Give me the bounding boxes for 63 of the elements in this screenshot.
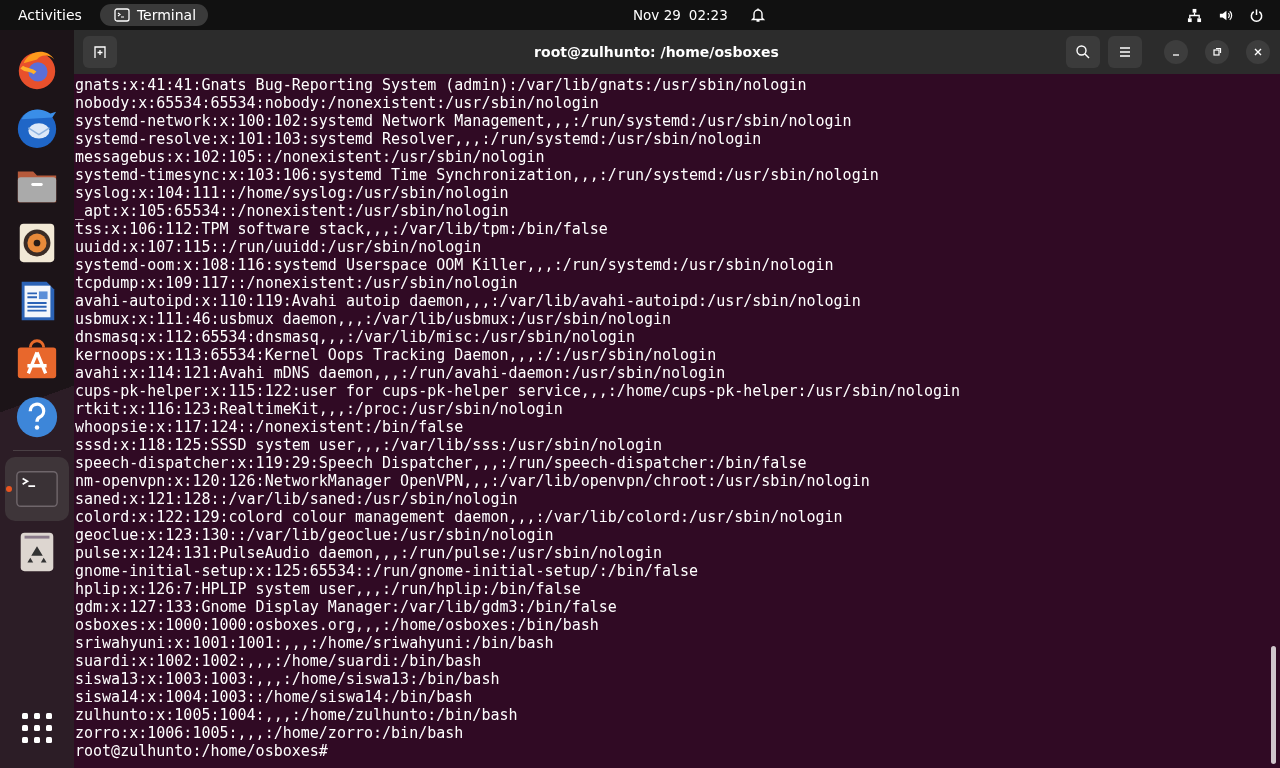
terminal-line: messagebus:x:102:105::/nonexistent:/usr/sbin/nologin <box>75 148 545 166</box>
menu-icon <box>1117 44 1133 60</box>
terminal-line: hplip:x:126:7:HPLIP system user,,,:/run/hplip:/bin/false <box>75 580 581 598</box>
terminal-line: rtkit:x:116:123:RealtimeKit,,,:/proc:/usr/sbin/nologin <box>75 400 563 418</box>
minimize-button[interactable] <box>1164 40 1188 64</box>
minimize-icon <box>1172 53 1180 56</box>
time-text[interactable]: 02:23 <box>688 7 728 23</box>
menu-button[interactable] <box>1108 36 1142 68</box>
terminal-line: sriwahyuni:x:1001:1001:,,,:/home/sriwahyuni:/bin/bash <box>75 634 554 652</box>
search-button[interactable] <box>1066 36 1100 68</box>
close-button[interactable] <box>1246 40 1270 64</box>
terminal-line: usbmux:x:111:46:usbmux daemon,,,:/var/lib/usbmux:/usr/sbin/nologin <box>75 310 672 328</box>
question-mark-icon <box>14 394 60 440</box>
restore-icon <box>1211 46 1223 58</box>
terminal-line: geoclue:x:123:130::/var/lib/geoclue:/usr/sbin/nologin <box>75 526 554 544</box>
terminal-line: pulse:x:124:131:PulseAudio daemon,,,:/run/pulse:/usr/sbin/nologin <box>75 544 662 562</box>
search-icon <box>1075 44 1091 60</box>
terminal-line: systemd-resolve:x:101:103:systemd Resolver,,,:/run/systemd:/usr/sbin/nologin <box>75 130 762 148</box>
terminal-line: uuidd:x:107:115::/run/uuidd:/usr/sbin/nologin <box>75 238 482 256</box>
terminal-line: saned:x:121:128::/var/lib/saned:/usr/sbin/nologin <box>75 490 518 508</box>
terminal-line: avahi:x:114:121:Avahi mDNS daemon,,,:/run/avahi-daemon:/usr/sbin/nologin <box>75 364 726 382</box>
scrollbar-thumb[interactable] <box>1271 646 1276 764</box>
terminal-line: avahi-autoipd:x:110:119:Avahi autoip daemon,,,:/var/lib/avahi-autoipd:/usr/sbin/nologin <box>75 292 861 310</box>
terminal-line: siswa13:x:1003:1003:,,,:/home/siswa13:/bin/bash <box>75 670 500 688</box>
terminal-line: gnats:x:41:41:Gnats Bug-Reporting System (admin):/var/lib/gnats:/usr/sbin/nologin <box>75 76 807 94</box>
shell-prompt: root@zulhunto:/home/osboxes# <box>75 742 328 760</box>
terminal-line: tcpdump:x:109:117::/nonexistent:/usr/sbin/nologin <box>75 274 518 292</box>
terminal-line: gnome-initial-setup:x:125:65534::/run/gnome-initial-setup/:/bin/false <box>75 562 699 580</box>
terminal-line: zulhunto:x:1005:1004:,,,:/home/zulhunto:/bin/bash <box>75 706 518 724</box>
terminal-line: colord:x:122:129:colord colour management daemon,,,:/var/lib/colord:/usr/sbin/nologin <box>75 508 843 526</box>
terminal-line: _apt:x:105:65534::/nonexistent:/usr/sbin/nologin <box>75 202 509 220</box>
date-text[interactable]: Nov 29 <box>633 7 681 23</box>
terminal-line: cups-pk-helper:x:115:122:user for cups-pk-helper service,,,:/home/cups-pk-helper:/usr/sbin/nologin <box>75 382 960 400</box>
running-indicator <box>6 486 12 492</box>
terminal-line: tss:x:106:112:TPM software stack,,,:/var/lib/tpm:/bin/false <box>75 220 608 238</box>
terminal-line: osboxes:x:1000:1000:osboxes.org,,,:/home/osboxes:/bin/bash <box>75 616 599 634</box>
terminal-line: whoopsie:x:117:124::/nonexistent:/bin/false <box>75 418 464 436</box>
app-menu-button[interactable]: Terminal <box>99 4 209 26</box>
new-tab-button[interactable] <box>83 36 117 68</box>
new-tab-icon <box>92 44 108 60</box>
power-icon[interactable] <box>1249 7 1264 23</box>
terminal-line: suardi:x:1002:1002:,,,:/home/suardi:/bin/bash <box>75 652 482 670</box>
terminal-line: siswa14:x:1004:1003::/home/siswa14:/bin/bash <box>75 688 473 706</box>
terminal-line: speech-dispatcher:x:119:29:Speech Dispatcher,,,:/run/speech-dispatcher:/bin/false <box>75 454 807 472</box>
network-icon[interactable] <box>1187 7 1202 23</box>
terminal-line: zorro:x:1006:1005:,,,:/home/zorro:/bin/bash <box>75 724 464 742</box>
terminal-icon <box>113 8 130 22</box>
terminal-line: dnsmasq:x:112:65534:dnsmasq,,,:/var/lib/misc:/usr/sbin/nologin <box>75 328 635 346</box>
terminal-line: gdm:x:127:133:Gnome Display Manager:/var/lib/gdm3:/bin/false <box>75 598 617 616</box>
close-icon <box>1252 46 1264 58</box>
terminal-line: syslog:x:104:111::/home/syslog:/usr/sbin/nologin <box>75 184 509 202</box>
terminal-line: nobody:x:65534:65534:nobody:/nonexistent:/usr/sbin/nologin <box>75 94 599 112</box>
app-grid-icon[interactable] <box>21 712 53 744</box>
activities-button[interactable]: Activities <box>18 7 82 23</box>
terminal-line: systemd-timesync:x:103:106:systemd Time Synchronization,,,:/run/systemd:/usr/sbin/nologin <box>75 166 879 184</box>
terminal-line: sssd:x:118:125:SSSD system user,,,:/var/lib/sss:/usr/sbin/nologin <box>75 436 662 454</box>
terminal-line: systemd-oom:x:108:116:systemd Userspace OOM Killer,,,:/run/systemd:/usr/sbin/nologin <box>75 256 834 274</box>
terminal-line: kernoops:x:113:65534:Kernel Oops Tracking Daemon,,,:/:/usr/sbin/nologin <box>75 346 717 364</box>
window-title: root@zulhunto: /home/osboxes <box>533 44 780 60</box>
bell-icon[interactable] <box>749 7 766 23</box>
restore-button[interactable] <box>1205 40 1229 64</box>
terminal-line: nm-openvpn:x:120:126:NetworkManager OpenVPN,,,:/var/lib/openvpn/chroot:/usr/sbin/nologin <box>75 472 870 490</box>
terminal-line: systemd-network:x:100:102:systemd Network Management,,,:/run/systemd:/usr/sbin/nologin <box>75 112 852 130</box>
